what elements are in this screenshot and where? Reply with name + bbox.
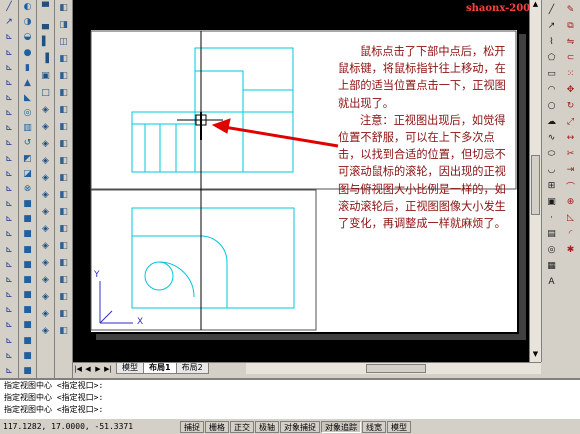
copy-icon[interactable]: ⧉: [564, 19, 578, 33]
break-icon[interactable]: ⌒: [564, 179, 578, 193]
region-icon[interactable]: ◎: [545, 243, 559, 257]
command-line: 指定视图中心 <指定视口>:: [4, 405, 104, 414]
rectangle-icon[interactable]: ▭: [545, 67, 559, 81]
scroll-thumb[interactable]: [531, 155, 540, 215]
mtext-icon[interactable]: A: [545, 275, 559, 289]
command-line: 指定视图中心 <指定视口>:: [4, 381, 104, 390]
ellipse-icon[interactable]: ⬭: [545, 147, 559, 161]
move-icon[interactable]: ✥: [564, 83, 578, 97]
status-toggle-button[interactable]: 模型: [387, 420, 411, 433]
revcloud-icon[interactable]: ☁: [545, 115, 559, 129]
array-icon[interactable]: ⁙: [564, 67, 578, 81]
ucs-icon: [99, 281, 133, 324]
ellipse-arc-icon[interactable]: ◡: [545, 163, 559, 177]
tab-layout1[interactable]: 布局1: [143, 363, 177, 374]
status-toggle-button[interactable]: 正交: [230, 420, 254, 433]
tab-layout2[interactable]: 布局2: [175, 363, 209, 374]
toolbar-modify: ✎ ⧉ ⇋ ⊂ ⁙ ✥ ↻ ⤢ ↔ ✂ ⇥ ⌒ ⊕ ◺ ◜ ✱: [561, 0, 580, 362]
tab-first-arrow[interactable]: |◀: [73, 364, 83, 374]
status-toggle-button[interactable]: 线宽: [362, 420, 386, 433]
extend-icon[interactable]: ⇥: [564, 163, 578, 177]
tab-model[interactable]: 模型: [116, 363, 144, 374]
arc-icon[interactable]: ◠: [545, 83, 559, 97]
status-bar: 117.1282, 17.0000, -51.3371 捕捉 栅格 正交 极轴 对象捕捉…: [0, 418, 580, 434]
crosshair-cursor: [177, 31, 223, 330]
explode-icon[interactable]: ✱: [564, 243, 578, 257]
scroll-up-arrow[interactable]: ▲: [530, 0, 541, 12]
status-toggle-button[interactable]: 对象捕捉: [280, 420, 320, 433]
scale-icon[interactable]: ⤢: [564, 115, 578, 129]
annotation-text: 鼠标点击了下部中点后，松开鼠标键，将鼠标指针往上移动，在上部的适当位置点击一下，…: [338, 43, 510, 232]
viewport-bottom-frame: [90, 189, 317, 331]
annotation-paragraph-1: 鼠标点击了下部中点后，松开鼠标键，将鼠标指针往上移动，在上部的适当位置点击一下，…: [338, 45, 506, 110]
table-icon[interactable]: ▦: [545, 259, 559, 273]
offset-icon[interactable]: ⊂: [564, 51, 578, 65]
front-view: [131, 47, 294, 173]
polygon-icon[interactable]: ⬠: [545, 51, 559, 65]
ucs-x-label: X: [137, 317, 144, 327]
trim-icon[interactable]: ✂: [564, 147, 578, 161]
make-block-icon[interactable]: ▣: [545, 195, 559, 209]
command-line: 指定视图中心 <指定视口>:: [4, 393, 104, 402]
insert-block-icon[interactable]: ⊞: [545, 179, 559, 193]
fillet-icon[interactable]: ◜: [564, 227, 578, 241]
line-icon[interactable]: ╱: [545, 3, 559, 17]
chamfer-icon[interactable]: ◺: [564, 211, 578, 225]
coordinate-readout: 117.1282, 17.0000, -51.3371: [3, 422, 134, 431]
rotate-icon[interactable]: ↻: [564, 99, 578, 113]
mirror-icon[interactable]: ⇋: [564, 35, 578, 49]
vertical-scrollbar[interactable]: ▲ ▼: [529, 0, 541, 362]
status-toggle-button[interactable]: 对象追踪: [321, 420, 361, 433]
status-toggle-button[interactable]: 极轴: [255, 420, 279, 433]
hscroll-thumb[interactable]: [366, 364, 426, 373]
construction-line-icon[interactable]: ↗: [545, 19, 559, 33]
status-toggle-button[interactable]: 栅格: [205, 420, 229, 433]
hatch-icon[interactable]: ▤: [545, 227, 559, 241]
point-icon[interactable]: ·: [545, 211, 559, 225]
horizontal-scrollbar[interactable]: [246, 362, 541, 374]
polyline-icon[interactable]: ⌇: [545, 35, 559, 49]
join-icon[interactable]: ⊕: [564, 195, 578, 209]
stretch-icon[interactable]: ↔: [564, 131, 578, 145]
pointer-arrow: [211, 118, 339, 148]
status-toggle-button[interactable]: 捕捉: [180, 420, 204, 433]
tab-next-arrow[interactable]: ▶: [93, 364, 103, 374]
circle-icon[interactable]: ○: [545, 99, 559, 113]
tab-prev-arrow[interactable]: ◀: [83, 364, 93, 374]
right-toolbars: ╱ ↗ ⌇ ⬠ ▭ ◠ ○ ☁ ∿ ⬭ ◡ ⊞ ▣ · ▤ ◎ ▦ A ✎ ⧉ ⇋ ⊂ ⁙ ✥ ↻ ⤢ ↔ ✂ ⇥ ⌒ ⊕ ◺ ◜ ✱: [541, 0, 580, 362]
ucs-y-label: Y: [94, 270, 100, 280]
tab-last-arrow[interactable]: ▶|: [103, 364, 113, 374]
spline-icon[interactable]: ∿: [545, 131, 559, 145]
erase-icon[interactable]: ✎: [564, 3, 578, 17]
toolbar-draw: ╱ ↗ ⌇ ⬠ ▭ ◠ ○ ☁ ∿ ⬭ ◡ ⊞ ▣ · ▤ ◎ ▦ A: [542, 0, 561, 362]
command-window[interactable]: 指定视图中心 <指定视口>: 指定视图中心 <指定视口>: 指定视图中心 <指定…: [0, 378, 580, 418]
top-view: [131, 207, 295, 309]
annotation-paragraph-2: 注意：正视图出现后，如觉得位置不舒服，可以在上下多次点击，以找到合适的位置，但切…: [338, 113, 506, 231]
scroll-down-arrow[interactable]: ▼: [530, 350, 541, 362]
